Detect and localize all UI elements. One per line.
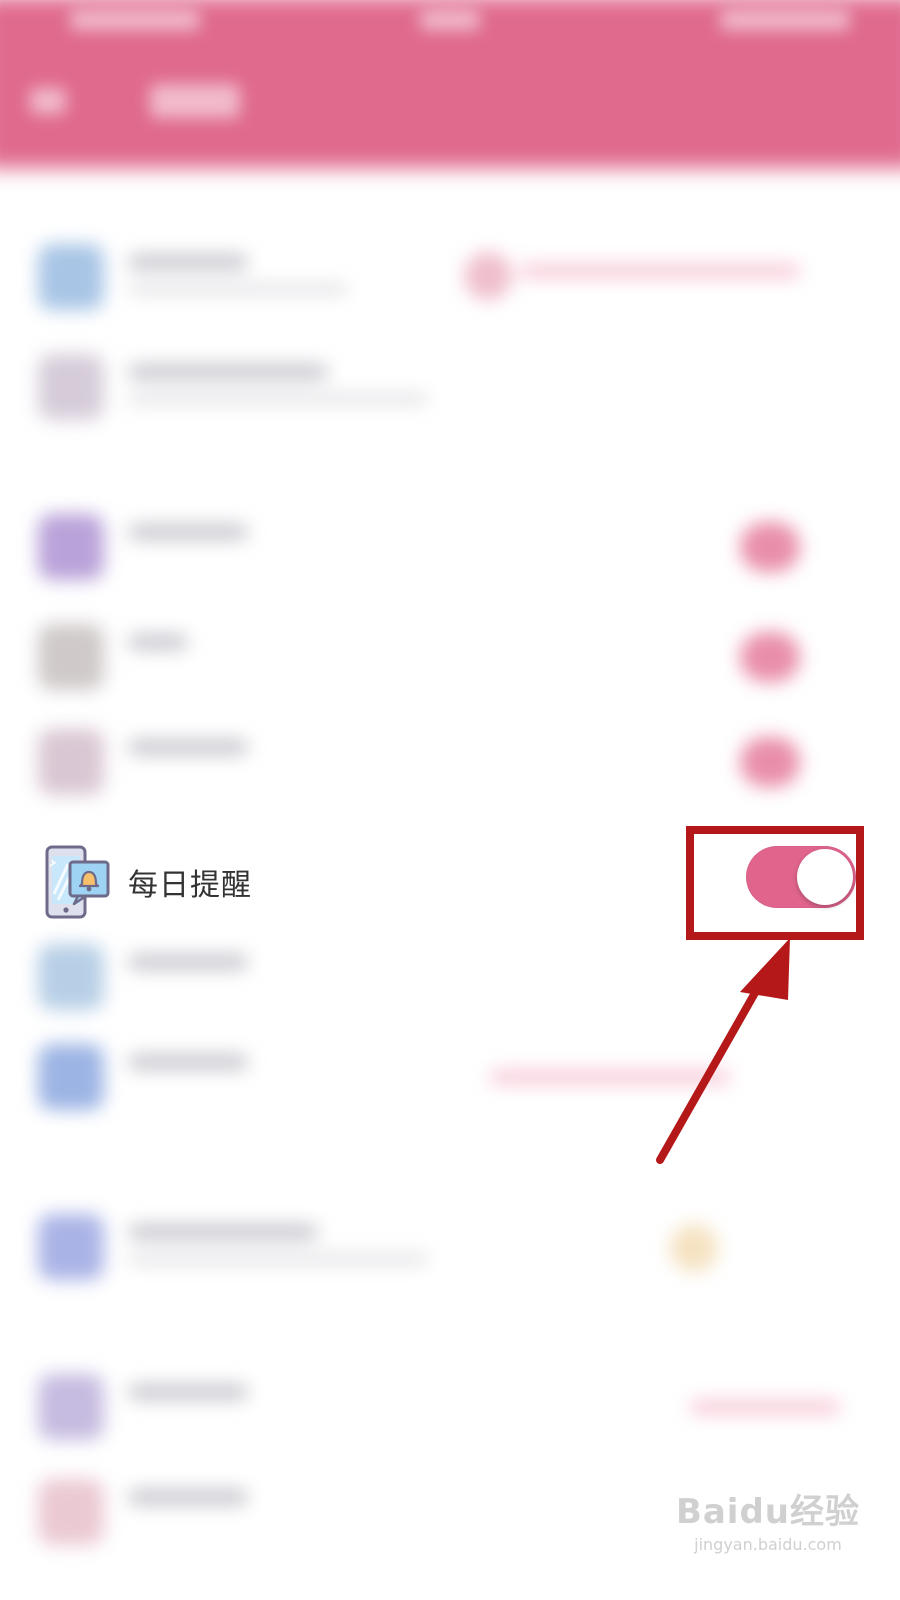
blurred-row (0, 1200, 900, 1290)
baidu-watermark: Baidu经验 jingyan.baidu.com (676, 1484, 860, 1554)
phone-bell-icon (45, 845, 110, 919)
blurred-row (0, 715, 900, 805)
watermark-logo: Baidu经验 (675, 1492, 860, 1532)
blurred-row (0, 500, 900, 590)
annotation-arrow-icon (656, 938, 790, 1164)
blurred-row (0, 340, 900, 430)
blurred-row (0, 610, 900, 700)
blurred-row (0, 1360, 900, 1450)
daily-reminder-label: 每日提醒 (128, 868, 252, 903)
blurred-row (0, 230, 900, 320)
header-blurred-content (0, 0, 900, 165)
toggle-highlight-box (686, 826, 864, 940)
watermark-url: jingyan.baidu.com (694, 1535, 842, 1554)
